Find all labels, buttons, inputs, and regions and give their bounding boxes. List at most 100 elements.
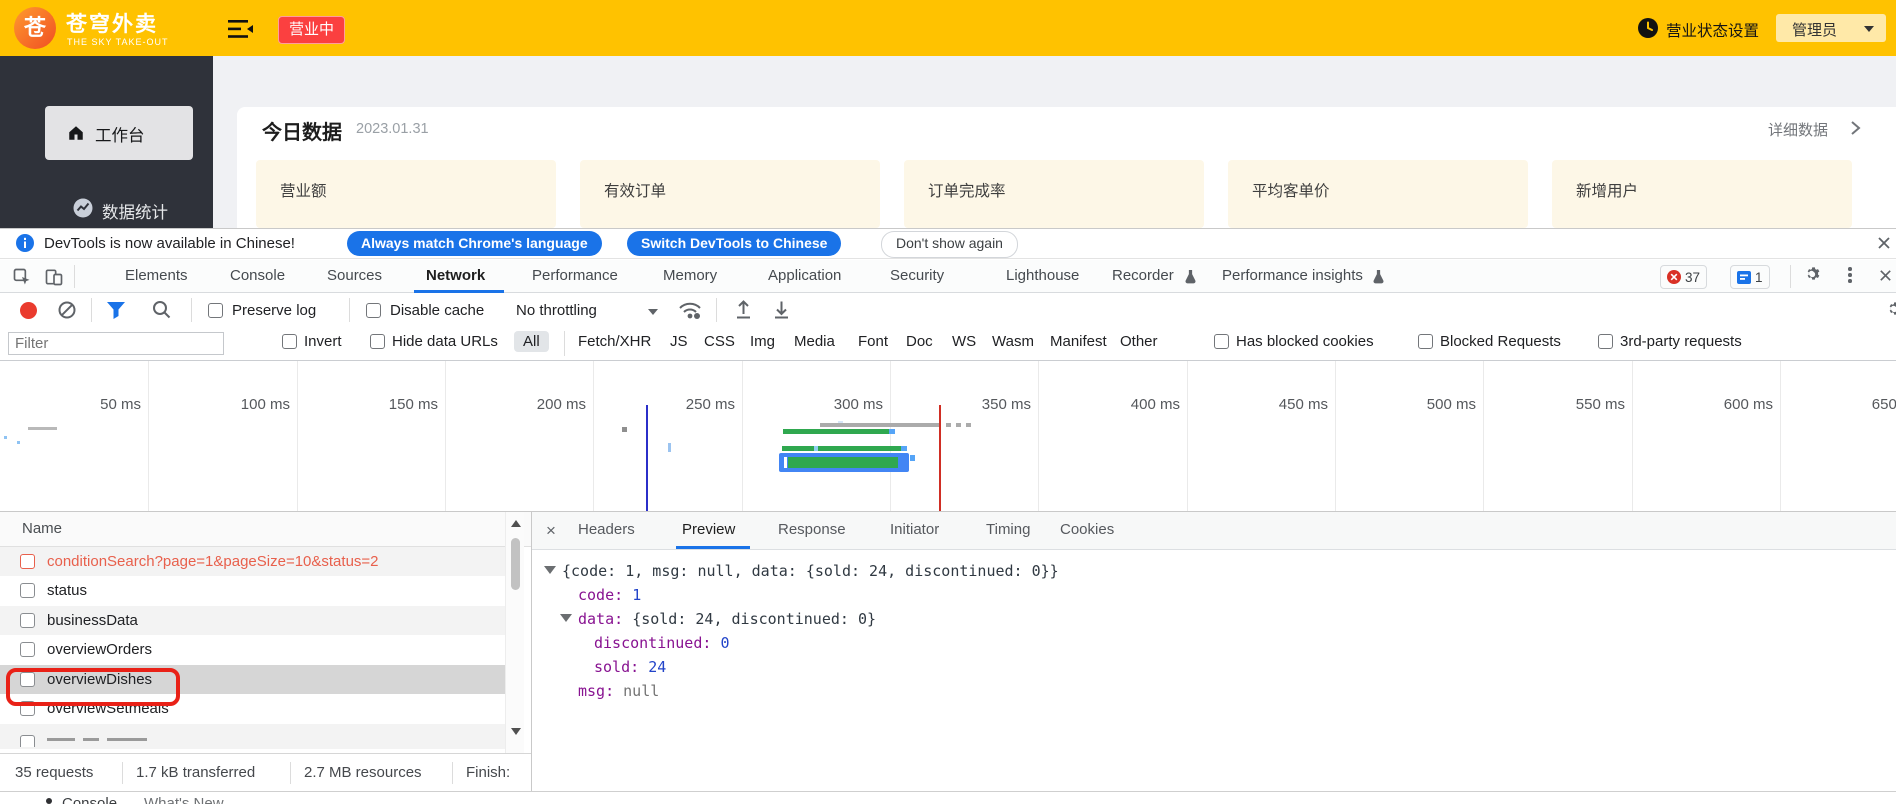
filter-type-font[interactable]: Font bbox=[858, 333, 888, 350]
waterfall-selected-request[interactable] bbox=[779, 453, 909, 472]
request-list-scrollbar[interactable] bbox=[505, 512, 524, 753]
details-tab-preview[interactable]: Preview bbox=[682, 521, 735, 538]
filter-type-img[interactable]: Img bbox=[750, 333, 775, 350]
tab-performance-insights[interactable]: Performance insights bbox=[1222, 267, 1363, 284]
drawer-tab-console[interactable]: Console bbox=[62, 795, 117, 804]
details-tab-response[interactable]: Response bbox=[778, 521, 846, 538]
tab-memory[interactable]: Memory bbox=[663, 267, 717, 284]
invert-label[interactable]: Invert bbox=[304, 333, 342, 350]
details-tab-cookies[interactable]: Cookies bbox=[1060, 521, 1114, 538]
dont-show-again-button[interactable]: Don't show again bbox=[881, 231, 1018, 258]
clear-icon[interactable] bbox=[58, 301, 76, 319]
network-settings-gear-icon[interactable] bbox=[1886, 301, 1896, 321]
network-conditions-icon[interactable] bbox=[678, 300, 702, 320]
search-icon[interactable] bbox=[152, 300, 171, 319]
blocked-requests-label[interactable]: Blocked Requests bbox=[1440, 333, 1561, 350]
preserve-log-checkbox[interactable] bbox=[208, 303, 223, 318]
timeline-overview[interactable] bbox=[0, 361, 1896, 512]
devtools-close-icon[interactable] bbox=[1878, 268, 1893, 283]
expand-data-icon[interactable] bbox=[560, 614, 572, 622]
drawer-tab-whats-new[interactable]: What's New bbox=[144, 795, 224, 804]
request-row-overvieworders[interactable]: overviewOrders bbox=[0, 635, 505, 665]
tab-network[interactable]: Network bbox=[426, 267, 485, 284]
device-toolbar-icon[interactable] bbox=[44, 267, 64, 287]
sidebar-item-statistics[interactable]: 数据统计 bbox=[36, 196, 206, 228]
record-button[interactable] bbox=[20, 302, 37, 319]
has-blocked-cookies-checkbox[interactable] bbox=[1214, 334, 1229, 349]
switch-devtools-chinese-button[interactable]: Switch DevTools to Chinese bbox=[627, 231, 842, 256]
timeline-tick: 500 ms bbox=[1426, 396, 1476, 413]
always-match-language-button[interactable]: Always match Chrome's language bbox=[347, 231, 602, 256]
tab-application[interactable]: Application bbox=[768, 267, 841, 284]
tab-console[interactable]: Console bbox=[230, 267, 285, 284]
sidebar-collapse-icon[interactable] bbox=[228, 19, 254, 39]
stat-card-label: 营业额 bbox=[280, 183, 327, 200]
preserve-log-label[interactable]: Preserve log bbox=[232, 302, 316, 319]
request-row-businessdata[interactable]: businessData bbox=[0, 606, 505, 635]
request-name: overviewOrders bbox=[47, 641, 153, 658]
filter-input[interactable] bbox=[8, 332, 224, 355]
details-tab-timing[interactable]: Timing bbox=[986, 521, 1030, 538]
filter-type-media[interactable]: Media bbox=[794, 333, 835, 350]
scrollbar-thumb[interactable] bbox=[511, 538, 520, 590]
details-close-icon[interactable]: × bbox=[546, 521, 556, 541]
disable-cache-checkbox[interactable] bbox=[366, 303, 381, 318]
business-status-setting[interactable]: 营业状态设置 bbox=[1666, 19, 1759, 41]
details-tab-initiator[interactable]: Initiator bbox=[890, 521, 939, 538]
filter-type-doc[interactable]: Doc bbox=[906, 333, 933, 350]
details-tab-headers[interactable]: Headers bbox=[578, 521, 635, 538]
request-checkbox[interactable] bbox=[20, 554, 35, 569]
request-checkbox[interactable] bbox=[20, 613, 35, 628]
settings-gear-icon[interactable] bbox=[1804, 266, 1824, 286]
filter-type-ws[interactable]: WS bbox=[952, 333, 976, 350]
invert-checkbox[interactable] bbox=[282, 334, 297, 349]
request-checkbox[interactable] bbox=[20, 735, 35, 747]
request-checkbox[interactable] bbox=[20, 583, 35, 598]
import-har-icon[interactable] bbox=[734, 300, 753, 319]
tab-sources[interactable]: Sources bbox=[327, 267, 382, 284]
filter-type-fetch-xhr[interactable]: Fetch/XHR bbox=[578, 333, 651, 350]
request-table-header[interactable]: Name bbox=[0, 512, 531, 547]
filter-type-other[interactable]: Other bbox=[1120, 333, 1158, 350]
pane-divider[interactable] bbox=[531, 512, 532, 791]
name-column-header[interactable]: Name bbox=[22, 520, 62, 537]
hide-data-urls-label[interactable]: Hide data URLs bbox=[392, 333, 498, 350]
has-blocked-cookies-label[interactable]: Has blocked cookies bbox=[1236, 333, 1374, 350]
filter-type-css[interactable]: CSS bbox=[704, 333, 735, 350]
third-party-requests-checkbox[interactable] bbox=[1598, 334, 1613, 349]
tab-security[interactable]: Security bbox=[890, 267, 944, 284]
json-entry-data[interactable]: data: {sold: 24, discontinued: 0} bbox=[578, 610, 876, 628]
tab-elements[interactable]: Elements bbox=[125, 267, 188, 284]
throttling-select[interactable]: No throttling bbox=[516, 302, 597, 319]
hide-data-urls-checkbox[interactable] bbox=[370, 334, 385, 349]
detail-data-link[interactable]: 详细数据 bbox=[1768, 119, 1828, 140]
admin-dropdown[interactable]: 管理员 bbox=[1776, 14, 1886, 42]
expand-root-icon[interactable] bbox=[544, 566, 556, 574]
blocked-requests-checkbox[interactable] bbox=[1418, 334, 1433, 349]
export-har-icon[interactable] bbox=[772, 300, 791, 319]
error-count-badge[interactable]: 37 bbox=[1660, 265, 1708, 289]
disable-cache-label[interactable]: Disable cache bbox=[390, 302, 484, 319]
tab-performance[interactable]: Performance bbox=[532, 267, 618, 284]
filter-type-wasm[interactable]: Wasm bbox=[992, 333, 1034, 350]
third-party-requests-label[interactable]: 3rd-party requests bbox=[1620, 333, 1742, 350]
filter-type-js[interactable]: JS bbox=[670, 333, 688, 350]
request-checkbox[interactable] bbox=[20, 642, 35, 657]
console-drawer[interactable]: Console What's New bbox=[0, 791, 1896, 804]
scroll-up-icon[interactable] bbox=[511, 520, 521, 527]
filter-type-all[interactable]: All bbox=[514, 331, 549, 352]
json-root-summary[interactable]: {code: 1, msg: null, data: {sold: 24, di… bbox=[562, 562, 1059, 580]
more-options-icon[interactable] bbox=[1848, 267, 1852, 283]
notification-close-icon[interactable] bbox=[1876, 235, 1892, 251]
scroll-down-icon[interactable] bbox=[511, 728, 521, 735]
tab-lighthouse[interactable]: Lighthouse bbox=[1006, 267, 1079, 284]
request-row-conditionsearch[interactable]: conditionSearch?page=1&pageSize=10&statu… bbox=[0, 547, 505, 576]
request-row-status[interactable]: status bbox=[0, 576, 505, 606]
message-count-badge[interactable]: 1 bbox=[1730, 265, 1770, 289]
filter-icon[interactable] bbox=[106, 302, 126, 319]
tab-recorder[interactable]: Recorder bbox=[1112, 267, 1174, 284]
sidebar-item-workbench[interactable]: 工作台 bbox=[45, 106, 193, 160]
filter-type-manifest[interactable]: Manifest bbox=[1050, 333, 1107, 350]
request-row-clipped[interactable] bbox=[0, 724, 505, 749]
inspect-element-icon[interactable] bbox=[12, 267, 32, 287]
